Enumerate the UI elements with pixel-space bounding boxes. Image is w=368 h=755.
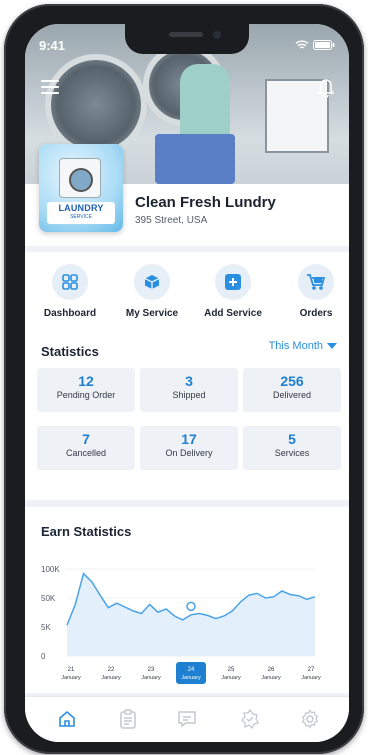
- caret-down-icon: [327, 343, 337, 349]
- plus-square-icon: [225, 274, 241, 290]
- stat-card-on-delivery[interactable]: 17 On Delivery: [140, 426, 238, 470]
- x-tick-month: January: [301, 675, 321, 681]
- app-screen: 9:41 LAUNDRY SERVICE Clean Fresh Lundry 3…: [25, 24, 349, 742]
- x-tick-month: January: [61, 675, 81, 681]
- x-tick-day: 24: [188, 667, 195, 673]
- statistics-title: Statistics: [41, 344, 99, 359]
- tab-home[interactable]: [55, 707, 79, 731]
- cart-icon: [307, 274, 326, 290]
- earn-statistics-panel: Earn Statistics 100K 50K 5K 0 21 January 22 Jan…: [25, 507, 349, 693]
- quick-actions: Dashboard My Service Add Service Orders: [25, 246, 349, 330]
- x-tick-month: January: [261, 675, 281, 681]
- action-label: My Service: [125, 308, 179, 319]
- settings-icon: [301, 709, 319, 729]
- my-service-button[interactable]: My Service: [112, 264, 192, 319]
- x-tick-day: 26: [268, 667, 275, 673]
- y-tick-label: 5K: [41, 623, 51, 632]
- action-label: Orders: [299, 308, 333, 319]
- orders-button[interactable]: Orders: [276, 264, 349, 319]
- y-tick-label: 50K: [41, 594, 56, 603]
- dashboard-icon: [62, 274, 78, 290]
- tab-promotions[interactable]: [238, 707, 262, 731]
- x-tick-month: January: [101, 675, 121, 681]
- x-tick-month: January: [141, 675, 161, 681]
- x-tick-day: 27: [308, 667, 315, 673]
- action-label: Dashboard: [43, 308, 97, 319]
- clipboard-icon: [120, 709, 136, 729]
- box-icon: [144, 275, 160, 289]
- business-address: 395 Street, USA: [135, 215, 208, 226]
- x-tick-month: January: [181, 675, 201, 681]
- phone-frame: 9:41 LAUNDRY SERVICE Clean Fresh Lundry 3…: [4, 4, 364, 754]
- dashboard-button[interactable]: Dashboard: [30, 264, 110, 319]
- battery-icon: [313, 40, 335, 50]
- tab-messages[interactable]: [175, 707, 199, 731]
- period-dropdown[interactable]: This Month: [269, 340, 337, 352]
- notch: [125, 24, 249, 54]
- y-tick-label: 100K: [41, 565, 60, 574]
- business-name: Clean Fresh Lundry: [135, 194, 276, 211]
- stat-card-cancelled[interactable]: 7 Cancelled: [37, 426, 135, 470]
- stat-card-shipped[interactable]: 3 Shipped: [140, 368, 238, 412]
- stat-card-delivered[interactable]: 256 Delivered: [243, 368, 341, 412]
- status-time: 9:41: [39, 38, 66, 53]
- bell-icon[interactable]: [317, 78, 335, 98]
- home-icon: [59, 710, 75, 727]
- chat-icon: [178, 711, 196, 728]
- action-label: Add Service: [204, 308, 262, 319]
- earn-chart: 100K 50K 5K 0 21 January 22 January 23 January 24 J…: [41, 565, 321, 684]
- stat-card-services[interactable]: 5 Services: [243, 426, 341, 470]
- y-tick-label: 0: [41, 652, 46, 661]
- status-icons: [295, 40, 335, 50]
- wifi-icon: [295, 40, 309, 49]
- business-logo: LAUNDRY SERVICE: [39, 144, 123, 232]
- bottom-tab-bar: [25, 696, 349, 742]
- x-tick-day: 22: [108, 667, 115, 673]
- x-tick-day: 25: [228, 667, 235, 673]
- statistics-panel: Statistics This Month 12 Pending Order 3S…: [25, 330, 349, 500]
- x-tick-day: 21: [68, 667, 75, 673]
- x-tick-day: 23: [148, 667, 155, 673]
- tab-settings[interactable]: [298, 707, 322, 731]
- menu-icon[interactable]: [41, 80, 59, 94]
- chart-marker: [186, 601, 196, 612]
- stat-card-pending-order[interactable]: 12 Pending Order: [37, 368, 135, 412]
- x-tick-month: January: [221, 675, 241, 681]
- add-service-button[interactable]: Add Service: [193, 264, 273, 319]
- tab-orders[interactable]: [116, 707, 140, 731]
- badge-icon: [241, 709, 259, 729]
